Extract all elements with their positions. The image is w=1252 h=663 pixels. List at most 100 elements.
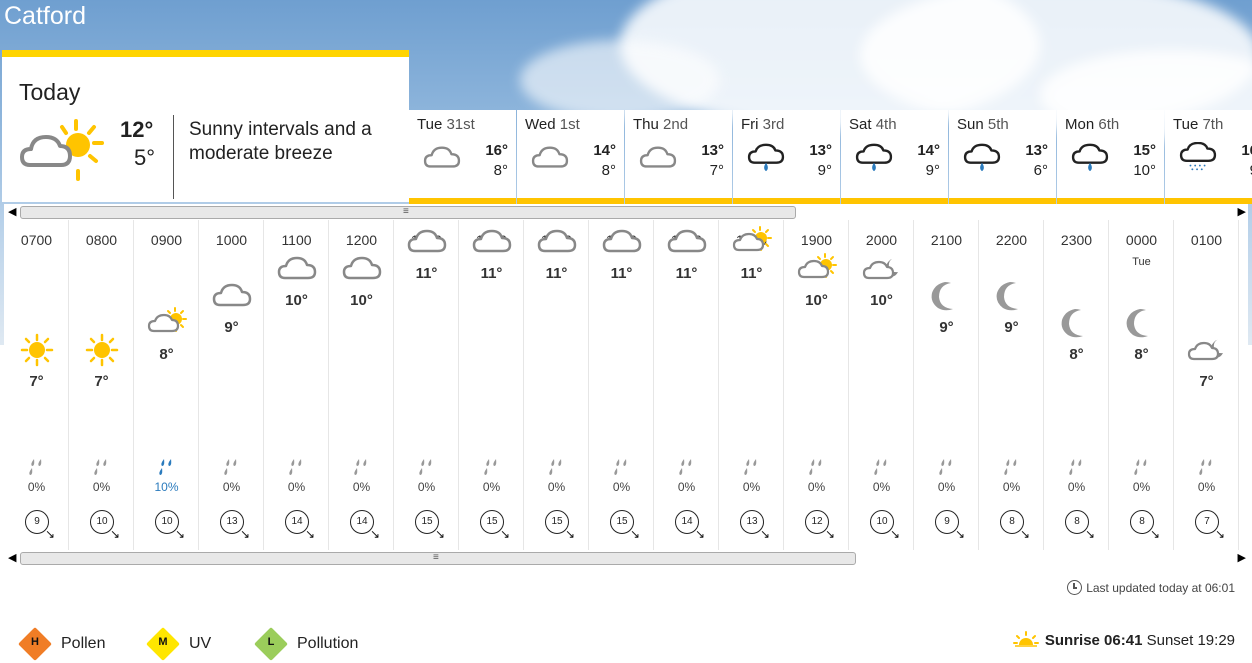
hour-column[interactable]: 0900 8° 10% 10 ↘: [134, 220, 199, 550]
day-tab-1[interactable]: Wed 1st 14° 8°: [517, 110, 624, 204]
wind-speed-value: 15: [486, 516, 498, 527]
raindrops-icon: [1004, 459, 1017, 475]
wind-direction-arrow-icon: ↘: [629, 527, 640, 541]
wind-direction-arrow-icon: ↘: [369, 527, 380, 541]
hourly-scrollbar[interactable]: ◀ ≡ ▶: [4, 550, 1248, 566]
hour-column[interactable]: 0000 Tue 8° 0% 8 ↘: [1109, 220, 1174, 550]
wind-speed-value: 14: [681, 516, 693, 527]
hour-column[interactable]: 1000 9° 0% 13 ↘: [199, 220, 264, 550]
today-summary: Sunny intervals and a moderate breeze: [189, 119, 372, 164]
cloud-icon: [667, 229, 707, 253]
hour-column[interactable]: 170011°0%14↘: [654, 220, 719, 550]
scrollbar-thumb[interactable]: ≡: [20, 206, 796, 219]
wind-speed: 9 ↘: [935, 510, 965, 540]
divider: [173, 115, 174, 199]
hour-column[interactable]: 130011°0%15↘: [394, 220, 459, 550]
grip-icon: ≡: [403, 206, 409, 217]
scroll-right-icon[interactable]: ▶: [1238, 205, 1246, 218]
hour-column[interactable]: 2200 9° 0% 8 ↘: [979, 220, 1044, 550]
badge-level: M: [158, 636, 168, 648]
wind-speed-value: 15: [421, 516, 433, 527]
day-high-temp: 15°: [1133, 142, 1156, 159]
day-label: Mon: [1065, 116, 1095, 133]
grip-icon: ≡: [433, 552, 439, 563]
hour-column[interactable]: 180011°0%13↘: [719, 220, 784, 550]
raindrops-icon: [1069, 459, 1082, 475]
sunrise-time: Sunrise 06:41: [1044, 632, 1143, 649]
hour-column[interactable]: 1100 10° 0% 14 ↘: [264, 220, 329, 550]
scrollbar-thumb[interactable]: ≡: [20, 552, 856, 565]
day-tab-7[interactable]: Tue 7th16°9°: [1165, 110, 1252, 204]
day-scrollbar[interactable]: ◀ ≡ ▶: [4, 204, 1248, 220]
hour-column[interactable]: 2000 10° 0% 10 ↘: [849, 220, 914, 550]
raindrops-icon: [679, 459, 692, 475]
wind-direction-arrow-icon: ↘: [889, 527, 900, 541]
wind-direction-arrow-icon: ↘: [304, 527, 315, 541]
rain-chance: 0%: [417, 480, 436, 494]
hour-temp: 8°: [159, 346, 174, 363]
wind-speed-value: 8: [1009, 516, 1015, 527]
day-high-temp: 13°: [1025, 142, 1048, 159]
sunny-intervals-icon: [797, 253, 837, 279]
hour-column[interactable]: 160011°0%15↘: [589, 220, 654, 550]
wind-speed-value: 9: [944, 516, 950, 527]
hour-column[interactable]: 140011°0%15↘: [459, 220, 524, 550]
wind-speed-value: 13: [746, 516, 758, 527]
badge-level: H: [31, 636, 39, 648]
hour-time: 1200: [345, 232, 378, 248]
rain-chance: 0%: [1197, 480, 1216, 494]
raindrops-icon: [939, 459, 952, 475]
wind-speed: 15 ↘: [480, 510, 510, 540]
day-tab-0[interactable]: Tue 31st 16° 8°: [409, 110, 516, 204]
hour-column[interactable]: 0100 7° 0% 7 ↘: [1174, 220, 1239, 550]
day-date: 6th: [1098, 116, 1120, 133]
hour-column[interactable]: 0700 7° 0% 9 ↘: [4, 220, 69, 550]
wind-speed: 14 ↘: [675, 510, 705, 540]
hour-column[interactable]: 1900 10° 0% 12 ↘: [784, 220, 849, 550]
hour-temp: 8°: [1134, 346, 1149, 363]
hour-temp: 11°: [545, 265, 568, 282]
day-tab-5[interactable]: Sun 5th 13° 6°: [949, 110, 1056, 204]
day-date: 2nd: [663, 116, 689, 133]
scroll-left-icon[interactable]: ◀: [8, 551, 16, 564]
rain-chance: 0%: [482, 480, 501, 494]
rain-chance: 0%: [807, 480, 826, 494]
day-tab-3[interactable]: Fri 3rd 13° 9°: [733, 110, 840, 204]
scroll-left-icon[interactable]: ◀: [8, 205, 16, 218]
rain-chance: 0%: [27, 480, 46, 494]
hour-column[interactable]: 1200 10° 0% 14 ↘: [329, 220, 394, 550]
today-panel[interactable]: Today 12° 5° Sunny intervals and a moder…: [2, 50, 409, 202]
wind-direction-arrow-icon: ↘: [1149, 527, 1160, 541]
moon-icon: [1061, 309, 1083, 338]
hour-column[interactable]: 150011°0%15↘: [524, 220, 589, 550]
cloud-icon: [407, 229, 447, 253]
day-name: Sat 4th: [849, 116, 897, 133]
rain-chance: 0%: [1067, 480, 1086, 494]
wind-direction-arrow-icon: ↘: [434, 527, 445, 541]
hour-column[interactable]: 2300 8° 0% 8 ↘: [1044, 220, 1109, 550]
day-tab-4[interactable]: Sat 4th 14° 9°: [841, 110, 948, 204]
wind-speed-value: 15: [616, 516, 628, 527]
day-date: 3rd: [762, 116, 785, 133]
hour-temp: 7°: [29, 373, 44, 390]
wind-speed-value: 10: [96, 516, 108, 527]
day-tab-6[interactable]: Mon 6th 15° 10°: [1057, 110, 1164, 204]
hour-column[interactable]: 0800 7° 0% 10 ↘: [69, 220, 134, 550]
hourly-forecast: 0700 7° 0% 9 ↘ 0800 7° 0% 10 ↘ 0900 8° 10% 10 ↘ 1000 9° 0…: [4, 220, 1248, 550]
rain-chance: 0%: [742, 480, 761, 494]
day-date: 4th: [875, 116, 897, 133]
wind-speed: 10 ↘: [90, 510, 120, 540]
day-tab-2[interactable]: Thu 2nd 13° 7°: [625, 110, 732, 204]
rain-chance: 0%: [547, 480, 566, 494]
sunny-intervals-icon: [147, 307, 187, 333]
cloud-icon: [212, 283, 252, 307]
day-low-temp: 10°: [1133, 162, 1156, 179]
wind-speed-value: 14: [291, 516, 303, 527]
raindrops-icon: [224, 459, 237, 475]
day-low-temp: 8°: [601, 162, 616, 179]
wind-direction-arrow-icon: ↘: [824, 527, 835, 541]
hour-column[interactable]: 2100 9° 0% 9 ↘: [914, 220, 979, 550]
scroll-right-icon[interactable]: ▶: [1238, 551, 1246, 564]
hour-temp: 9°: [939, 319, 954, 336]
wind-direction-arrow-icon: ↘: [564, 527, 575, 541]
